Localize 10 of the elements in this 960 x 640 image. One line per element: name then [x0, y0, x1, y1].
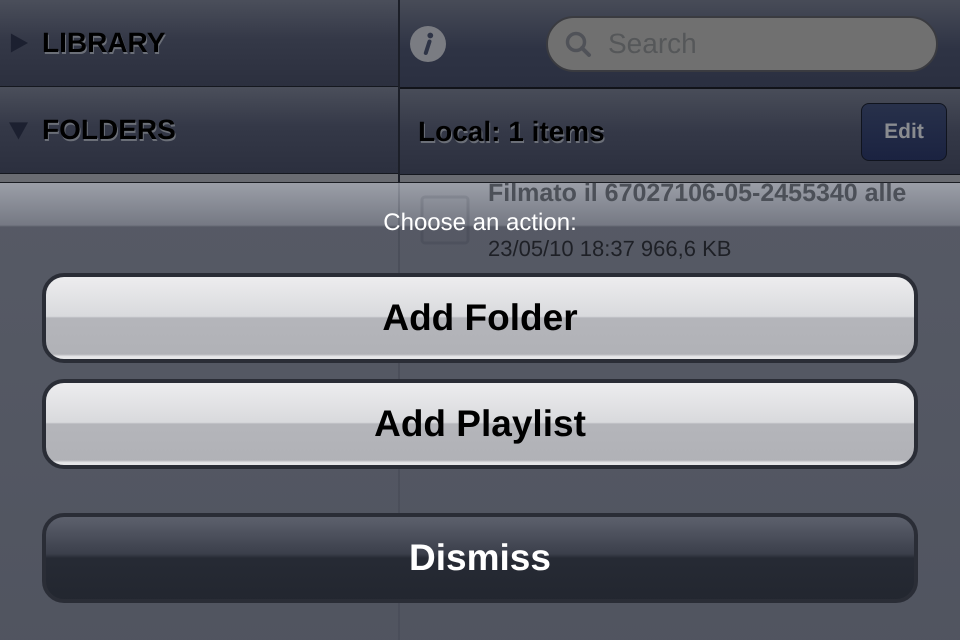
dismiss-button[interactable]: Dismiss [42, 513, 918, 603]
file-details: 23/05/10 18:37 966,6 KB [488, 236, 732, 262]
action-button[interactable]: Add Folder [42, 273, 918, 363]
action-sheet-title: Choose an action: [383, 209, 577, 237]
file-name: Filmato il 67027106-05-2455340 alle [488, 179, 906, 208]
info-icon[interactable] [410, 26, 446, 62]
action-button[interactable]: Add Playlist [42, 379, 918, 469]
list-title: Local: 1 items [418, 116, 605, 148]
search-icon [564, 30, 592, 58]
edit-button[interactable]: Edit [861, 102, 947, 160]
